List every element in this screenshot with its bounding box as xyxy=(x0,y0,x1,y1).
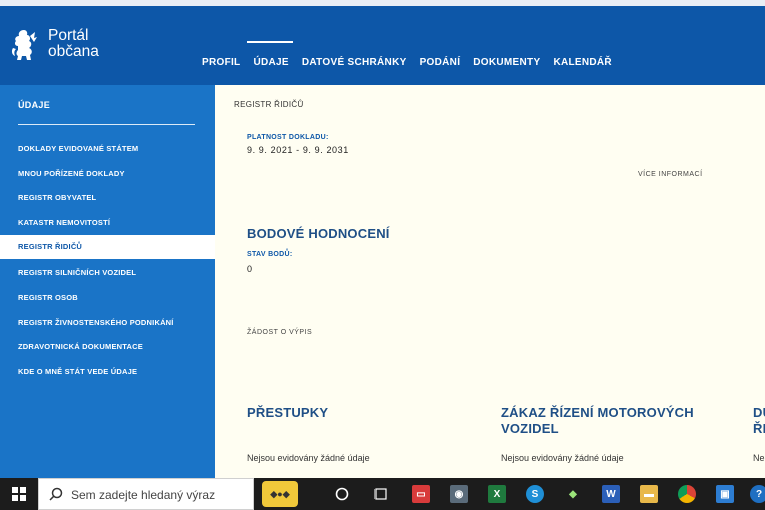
nav-datove-schranky[interactable]: DATOVÉ SCHRÁNKY xyxy=(302,57,407,68)
search-placeholder: Sem zadejte hledaný výraz xyxy=(71,488,216,502)
nav-dokumenty[interactable]: DOKUMENTY xyxy=(473,57,540,68)
sidebar-item-registr-obyvatel[interactable]: REGISTR OBYVATEL xyxy=(0,186,215,210)
extract-request-link[interactable]: ŽÁDOST O VÝPIS xyxy=(247,329,312,336)
site-header: Portál občana PROFIL ÚDAJE DATOVÉ SCHRÁN… xyxy=(0,6,765,85)
word-icon[interactable]: W xyxy=(602,485,620,503)
sidebar-item-kde-o-mne[interactable]: KDE O MNĚ STÁT VEDE ÚDAJE xyxy=(0,360,215,384)
offenses-text: Nejsou evidovány žádné údaje xyxy=(247,453,370,463)
sidebar-item-katastr[interactable]: KATASTR NEMOVITOSTÍ xyxy=(0,211,215,235)
points-heading: BODOVÉ HODNOCENÍ xyxy=(247,226,390,241)
points-label: STAV BODŮ: xyxy=(247,251,293,258)
nav-podani[interactable]: PODÁNÍ xyxy=(420,57,461,68)
windows-taskbar: Sem zadejte hledaný výraz ◆●◆ ▭ ◉ X S ◆ … xyxy=(0,478,765,510)
sidebar-item-zdravotnicka[interactable]: ZDRAVOTNICKÁ DOKUMENTACE xyxy=(0,335,215,359)
windows-start-icon[interactable] xyxy=(10,485,28,503)
ban-text: Nejsou evidovány žádné údaje xyxy=(501,453,624,463)
nav-profil[interactable]: PROFIL xyxy=(202,57,240,68)
validity-value: 9. 9. 2021 - 9. 9. 2031 xyxy=(247,145,349,155)
app-green-icon[interactable]: ◆ xyxy=(564,485,582,503)
sidebar-item-registr-vozidel[interactable]: REGISTR SILNIČNÍCH VOZIDEL xyxy=(0,261,215,285)
task-view-icon[interactable] xyxy=(372,485,390,503)
ban-heading-line-1: ZÁKAZ ŘÍZENÍ MOTOROVÝCH xyxy=(501,405,694,420)
main-content: REGISTR ŘIDIČŮ PLATNOST DOKLADU: 9. 9. 2… xyxy=(215,85,765,478)
main-nav: PROFIL ÚDAJE DATOVÉ SCHRÁNKY PODÁNÍ DOKU… xyxy=(202,41,625,68)
third-heading-line-1: DU xyxy=(753,405,765,420)
portal-logo[interactable]: Portál občana xyxy=(10,28,99,62)
sidebar-divider xyxy=(18,124,195,125)
help-icon[interactable]: ? xyxy=(750,485,765,503)
chrome-icon[interactable] xyxy=(678,485,696,503)
skype-icon[interactable]: S xyxy=(526,485,544,503)
validity-label: PLATNOST DOKLADU: xyxy=(247,134,329,141)
search-icon xyxy=(49,487,63,501)
sidebar-item-zivnostenske[interactable]: REGISTR ŽIVNOSTENSKÉHO PODNIKÁNÍ xyxy=(0,311,215,335)
app-blue-icon[interactable]: ▣ xyxy=(716,485,734,503)
search-highlight-icon[interactable]: ◆●◆ xyxy=(262,481,298,507)
third-heading: DU ŘI xyxy=(753,405,765,437)
file-explorer-icon[interactable]: ▬ xyxy=(640,485,658,503)
excel-icon[interactable]: X xyxy=(488,485,506,503)
ban-heading-line-2: VOZIDEL xyxy=(501,421,559,436)
taskbar-search-input[interactable]: Sem zadejte hledaný výraz xyxy=(38,478,254,510)
camera-app-icon[interactable]: ◉ xyxy=(450,485,468,503)
sidebar-item-doklady-evidovane[interactable]: DOKLADY EVIDOVANÉ STÁTEM xyxy=(0,137,215,161)
sidebar-item-registr-ridicu[interactable]: REGISTR ŘIDIČŮ xyxy=(0,235,215,259)
third-text: Ne xyxy=(753,453,765,463)
logo-line-1: Portál xyxy=(48,27,89,44)
cortana-icon[interactable] xyxy=(333,485,351,503)
nav-kalendar[interactable]: KALENDÁŘ xyxy=(553,57,612,68)
nav-udaje[interactable]: ÚDAJE xyxy=(247,41,294,68)
sidebar-item-registr-osob[interactable]: REGISTR OSOB xyxy=(0,286,215,310)
sidebar-item-mnou-porizene[interactable]: MNOU POŘÍZENÉ DOKLADY xyxy=(0,162,215,186)
sidebar: ÚDAJE DOKLADY EVIDOVANÉ STÁTEM MNOU POŘÍ… xyxy=(0,85,215,478)
third-heading-line-2: ŘI xyxy=(753,421,765,436)
more-info-link[interactable]: VÍCE INFORMACÍ xyxy=(638,171,703,178)
logo-line-2: občana xyxy=(48,43,99,60)
offenses-heading: PŘESTUPKY xyxy=(247,405,329,420)
ban-heading: ZÁKAZ ŘÍZENÍ MOTOROVÝCH VOZIDEL xyxy=(501,405,694,437)
breadcrumb: REGISTR ŘIDIČŮ xyxy=(234,100,304,109)
news-app-icon[interactable]: ▭ xyxy=(412,485,430,503)
logo-text: Portál občana xyxy=(48,28,99,60)
sidebar-title: ÚDAJE xyxy=(18,100,51,110)
points-value: 0 xyxy=(247,264,253,274)
czech-lion-icon xyxy=(11,30,37,60)
